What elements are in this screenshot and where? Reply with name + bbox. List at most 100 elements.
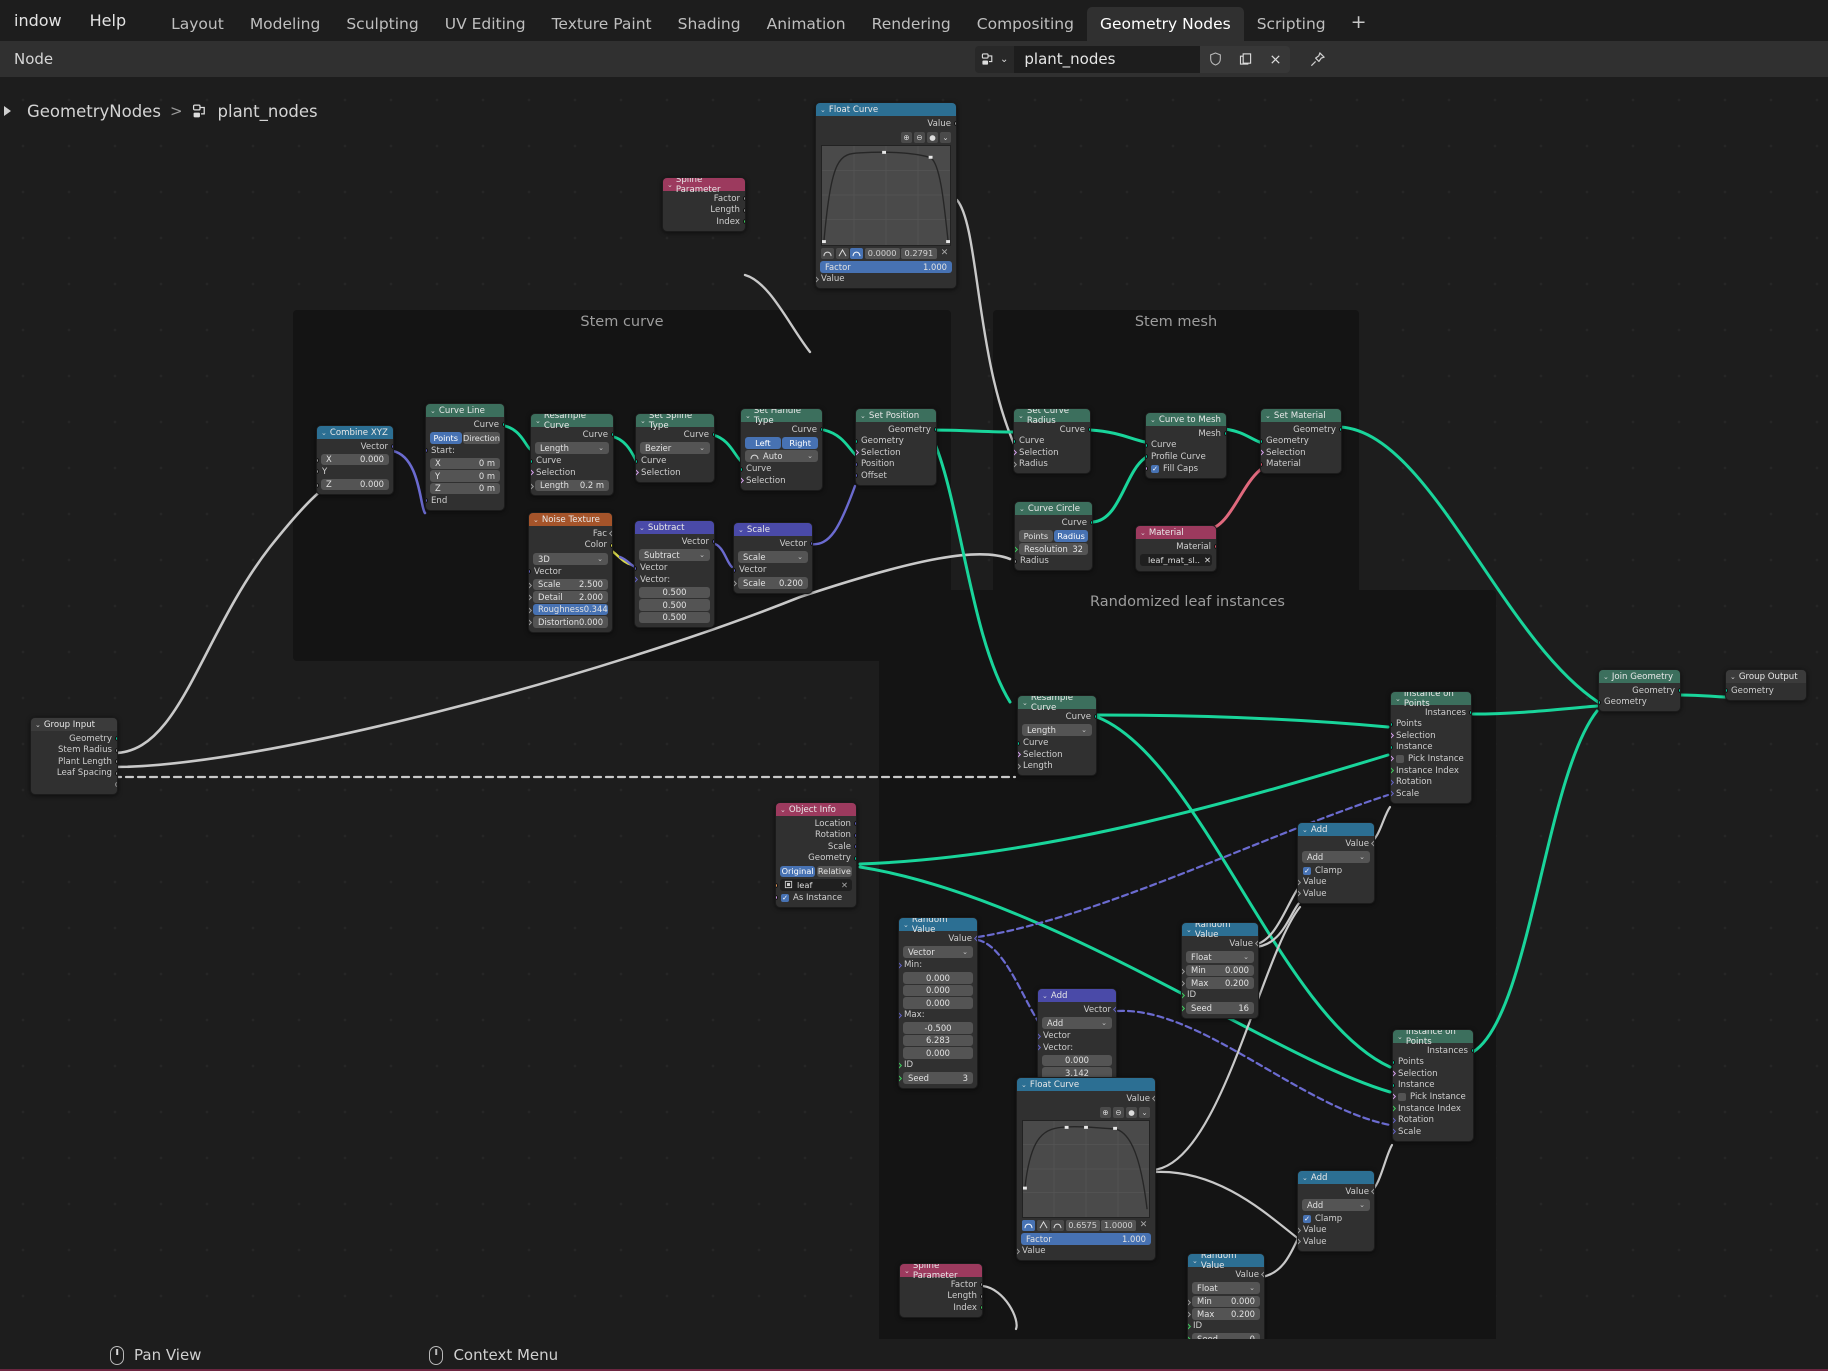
int-socket[interactable] [742,219,745,225]
collapse-chevron-icon[interactable]: ⌄ [1302,1174,1308,1182]
collapse-chevron-icon[interactable]: ⌄ [1042,992,1048,1000]
curve-menu-icon[interactable]: ⌄ [1139,1106,1150,1118]
spline-type-dropdown[interactable]: Bezier ⌄ [640,442,710,454]
as-instance-checkbox[interactable] [781,894,789,902]
node-float-curve-top[interactable]: ⌄ Float Curve Value ⊕ ⊖ ● ⌄ 0.0000 0.279… [815,102,957,289]
vector-socket[interactable] [1391,778,1395,786]
node-set-curve-radius[interactable]: ⌄ Set Curve Radius Curve Curve Selection [1013,408,1091,474]
collapse-chevron-icon[interactable]: ⌄ [1140,529,1146,537]
socket-row-instance-index[interactable]: Instance Index [1393,1103,1473,1115]
socket-row-geometry-in[interactable]: Geometry [1599,697,1680,709]
float-input-socket[interactable] [816,275,820,283]
space-toggle[interactable]: Original Relative [780,865,852,877]
object-selector[interactable]: leaf ✕ [780,878,852,891]
dimension-dropdown[interactable]: 3D ⌄ [533,552,608,565]
node-header[interactable]: ⌄ Set Position [856,409,936,422]
collapse-chevron-icon[interactable]: ⌄ [533,516,539,524]
seed-field[interactable]: Seed 3 [903,1072,973,1084]
geometry-socket[interactable] [1393,1082,1396,1088]
mode-dropdown[interactable]: Length ⌄ [535,442,609,454]
collapse-chevron-icon[interactable]: ⌄ [1397,1033,1403,1041]
close-icon[interactable]: ✕ [841,880,848,890]
space-original[interactable]: Original [780,865,816,877]
node-header[interactable]: ⌄ Curve to Mesh [1146,413,1226,426]
node-header[interactable]: ⌄ Curve Circle [1015,502,1092,515]
vector-socket[interactable] [529,569,532,575]
float-socket-z[interactable] [317,482,320,488]
node-curve-line[interactable]: ⌄ Curve Line Curve Points Direction Star… [425,403,505,511]
node-instance-on-points-2[interactable]: ⌄ Instance on Points Instances Points Se… [1392,1029,1474,1142]
operation-dropdown[interactable]: Subtract ⌄ [639,549,710,561]
pick-instance-checkbox[interactable] [1398,1093,1406,1101]
space-relative[interactable]: Relative [816,865,852,877]
boolean-socket[interactable] [1261,448,1265,457]
collapse-chevron-icon[interactable]: ⌄ [430,407,436,415]
socket-row-geometry-in[interactable]: Geometry [1726,685,1806,697]
curve-menu-icon[interactable]: ⌄ [940,131,951,143]
socket-row-index[interactable]: Index [663,216,745,228]
geometry-socket[interactable] [1338,427,1341,433]
geometry-socket[interactable] [610,432,613,438]
handle-auto-icon[interactable] [1022,1219,1035,1231]
socket-row-selection[interactable]: Selection [531,467,613,479]
socket-row-length[interactable]: Length [1018,761,1096,773]
socket-row-length[interactable]: Length [663,205,745,217]
socket-row-length[interactable]: Length [900,1291,982,1303]
breadcrumb-root[interactable]: GeometryNodes [27,102,161,121]
socket-row-value-out[interactable]: Value [816,118,956,130]
socket-row-geometry-out[interactable]: Geometry [1261,424,1341,436]
vector-field-socket[interactable] [635,575,639,584]
operation-dropdown[interactable]: Scale ⌄ [738,551,808,563]
vector-socket[interactable] [899,961,903,969]
socket-row-instances-out[interactable]: Instances [1391,707,1471,719]
material-socket[interactable] [1261,461,1264,467]
socket-row-mesh-out[interactable]: Mesh [1146,428,1226,440]
float-socket[interactable] [529,618,533,627]
geometry-socket[interactable] [853,855,856,861]
handle-type-dropdown[interactable]: Auto ⌄ [745,450,818,462]
max-y-field[interactable]: 6.283 [903,1034,973,1046]
fill-caps-checkbox[interactable] [1151,464,1159,473]
vector-x-field[interactable]: 0.000 [1042,1054,1112,1066]
virtual-socket[interactable] [114,782,117,788]
socket-row-curve-in[interactable]: Curve [741,464,822,476]
node-header[interactable]: ⌄ Set Handle Type [741,409,822,426]
pick-instance-row[interactable]: Pick Instance [1393,1091,1473,1103]
int-socket[interactable] [1391,766,1395,775]
socket-row-max[interactable]: Max: [899,1010,977,1022]
float-socket[interactable] [1188,1310,1192,1319]
socket-row-selection[interactable]: Selection [856,447,936,459]
geometry-socket[interactable] [933,427,936,433]
node-header[interactable]: ⌄ Random Value [1188,1254,1264,1271]
socket-row-rotation[interactable]: Rotation [1393,1115,1473,1127]
start-x-field[interactable]: X 0 m [430,457,500,469]
boolean-socket[interactable] [1391,754,1395,763]
node-resample-curve-1[interactable]: ⌄ Resample Curve Curve Length ⌄ Curve Se… [530,413,614,496]
node-combine-xyz[interactable]: ⌄ Combine XYZ Vector X 0.000 Y Z 0.000 [316,425,394,495]
float-socket[interactable] [1151,1094,1155,1103]
node-material[interactable]: ⌄ Material Material leaf_mat_sl.. ✕ [1135,525,1217,572]
float-socket[interactable] [1254,939,1258,948]
node-header[interactable]: ⌄ Curve Line [426,404,504,417]
socket-row-value-out[interactable]: Value [1298,1186,1374,1198]
new-datablock-button[interactable] [1230,45,1261,73]
vector-socket[interactable] [1393,1127,1397,1136]
geometry-socket[interactable] [1470,1048,1473,1054]
pick-instance-row[interactable]: Pick Instance [1391,753,1471,765]
start-z-field[interactable]: Z 0 m [430,482,500,494]
tab-layout[interactable]: Layout [158,7,237,41]
browse-node-tree-button[interactable]: ⌄ [975,45,1015,73]
boolean-socket[interactable] [1018,750,1022,759]
int-socket[interactable] [1182,1004,1186,1013]
socket-row-selection[interactable]: Selection [1261,447,1341,459]
max-field[interactable]: Max 0.200 [1192,1308,1260,1320]
vector-socket[interactable] [853,821,856,827]
node-resample-curve-2[interactable]: ⌄ Resample Curve Curve Length ⌄ Curve Se… [1017,695,1097,776]
collapse-chevron-icon[interactable]: ⌄ [1021,1081,1027,1089]
socket-row-geometry[interactable]: Geometry [31,733,117,745]
scale-field[interactable]: Scale 2.500 [533,578,608,590]
socket-row-value-2[interactable]: Value [1298,888,1374,900]
socket-row-vector-out[interactable]: Vector [635,536,714,548]
min-field[interactable]: Min 0.000 [1192,1295,1260,1307]
vector-socket[interactable] [1112,1005,1116,1014]
